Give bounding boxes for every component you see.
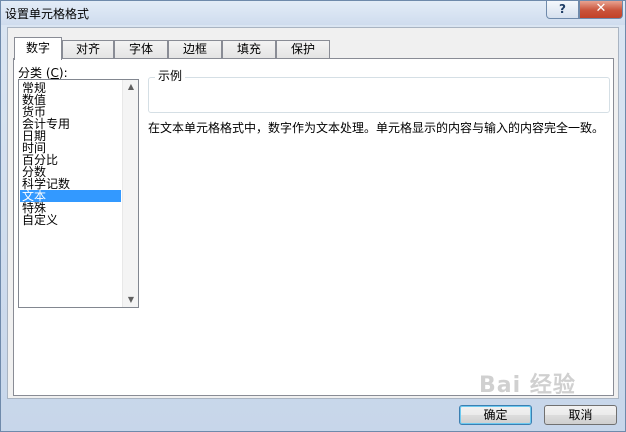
category-item-custom[interactable]: 自定义 [20, 214, 121, 226]
tab-alignment[interactable]: 对齐 [62, 40, 114, 59]
tab-number[interactable]: 数字 [14, 37, 62, 60]
ok-button[interactable]: 确定 [459, 405, 532, 425]
title-bar[interactable]: 设置单元格格式 ? ✕ [1, 1, 625, 25]
close-button[interactable]: ✕ [579, 1, 623, 19]
category-description: 在文本单元格格式中，数字作为文本处理。单元格显示的内容与输入的内容完全一致。 [148, 121, 605, 135]
number-tab-panel: 分类 (C): 常规 数值 货币 会计专用 日期 时间 百分比 分数 科学记数 … [13, 58, 614, 396]
scroll-up-arrow-icon[interactable]: ▲ [123, 80, 138, 94]
tab-protection[interactable]: 保护 [276, 40, 330, 59]
format-cells-dialog: 设置单元格格式 ? ✕ 数字 对齐 字体 边框 填充 保护 分类 (C): 常规… [0, 0, 626, 432]
baidu-jingyan-watermark: Bai 经验 [479, 373, 576, 398]
scroll-down-arrow-icon[interactable]: ▼ [123, 293, 138, 307]
category-listbox[interactable]: 常规 数值 货币 会计专用 日期 时间 百分比 分数 科学记数 文本 特殊 自定… [18, 79, 139, 308]
tab-fill[interactable]: 填充 [222, 40, 276, 59]
sample-label: 示例 [155, 69, 186, 83]
cancel-button[interactable]: 取消 [544, 405, 617, 425]
tab-border[interactable]: 边框 [168, 40, 222, 59]
tab-font[interactable]: 字体 [114, 40, 168, 59]
sample-box [148, 77, 610, 113]
dialog-body: 数字 对齐 字体 边框 填充 保护 分类 (C): 常规 数值 货币 会计专用 … [7, 27, 619, 399]
help-button[interactable]: ? [546, 1, 579, 19]
dialog-title: 设置单元格格式 [5, 7, 90, 21]
category-scrollbar[interactable]: ▲ ▼ [122, 80, 138, 307]
